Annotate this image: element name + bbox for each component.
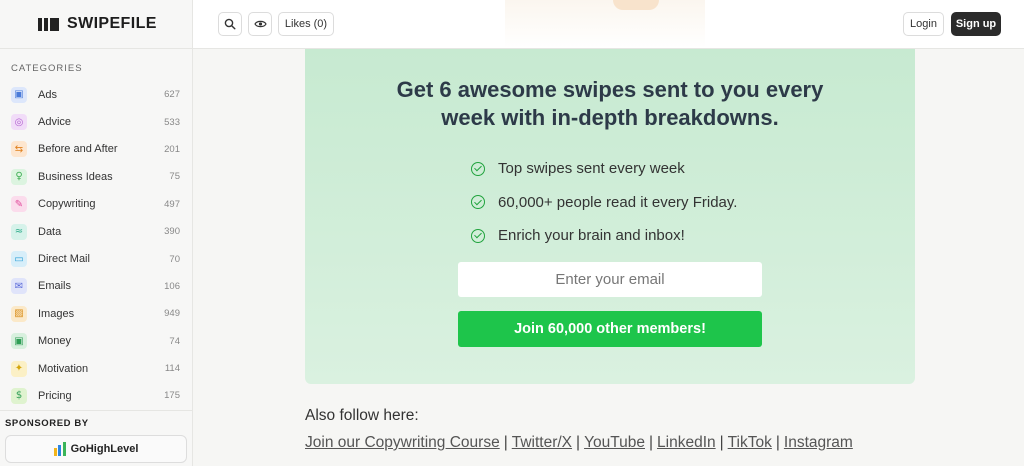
gohighlevel-logo-icon bbox=[53, 442, 66, 456]
youtube-link[interactable]: YouTube bbox=[584, 434, 645, 451]
sidebar-item-label: Images bbox=[38, 307, 75, 320]
sidebar-item-motivation[interactable]: ✦ Motivation 114 bbox=[0, 355, 192, 382]
headline-line-2: week with in-depth breakdowns. bbox=[441, 105, 779, 130]
sponsor-heading: SPONSORED BY bbox=[5, 418, 89, 429]
newsletter-headline: Get 6 awesome swipes sent to you every w… bbox=[305, 76, 915, 132]
sidebar-item-label: Direct Mail bbox=[38, 253, 90, 266]
sidebar-item-direct-mail[interactable]: ▭ Direct Mail 70 bbox=[0, 245, 192, 272]
ad-icon: ▣ bbox=[11, 86, 27, 103]
sidebar: SWIPEFILE CATEGORIES ▣ Ads 627 ◎ Advice … bbox=[0, 0, 193, 466]
dollar-icon: $ bbox=[11, 387, 27, 404]
linkedin-link[interactable]: LinkedIn bbox=[657, 434, 716, 451]
login-button[interactable]: Login bbox=[903, 12, 944, 36]
logo[interactable]: SWIPEFILE bbox=[0, 0, 192, 49]
search-icon bbox=[224, 18, 236, 30]
signup-button[interactable]: Sign up bbox=[951, 12, 1001, 36]
sidebar-item-label: Ads bbox=[38, 88, 57, 101]
instagram-link[interactable]: Instagram bbox=[784, 434, 853, 451]
life-ring-icon: ◎ bbox=[11, 114, 27, 131]
sidebar-item-count: 497 bbox=[164, 198, 180, 210]
sponsor-link[interactable]: GoHighLevel bbox=[5, 435, 187, 463]
sidebar-item-data[interactable]: ≈ Data 390 bbox=[0, 218, 192, 245]
benefit-list: Top swipes sent every week 60,000+ peopl… bbox=[471, 152, 737, 253]
sidebar-item-money[interactable]: ▣ Money 74 bbox=[0, 328, 192, 355]
sidebar-item-count: 70 bbox=[169, 253, 180, 265]
sponsor-name: GoHighLevel bbox=[70, 443, 139, 455]
sidebar-item-before-and-after[interactable]: ⇆ Before and After 201 bbox=[0, 136, 192, 163]
twitter-link[interactable]: Twitter/X bbox=[512, 434, 572, 451]
sidebar-item-count: 627 bbox=[164, 89, 180, 101]
likes-button[interactable]: Likes (0) bbox=[278, 12, 334, 36]
sponsor-section: SPONSORED BY GoHighLevel bbox=[0, 410, 192, 463]
link-separator: | bbox=[648, 434, 654, 451]
hero-image-peek bbox=[505, 0, 705, 48]
sidebar-item-label: Pricing bbox=[38, 389, 72, 402]
sidebar-item-advice[interactable]: ◎ Advice 533 bbox=[0, 108, 192, 135]
link-separator: | bbox=[576, 434, 581, 451]
sidebar-item-count: 175 bbox=[164, 390, 180, 402]
link-separator: | bbox=[503, 434, 508, 451]
dna-icon: ≈ bbox=[11, 223, 27, 240]
lightbulb-icon: ♀ bbox=[11, 168, 27, 185]
sidebar-item-label: Copywriting bbox=[38, 198, 96, 211]
sidebar-item-count: 75 bbox=[169, 171, 180, 183]
sidebar-item-count: 114 bbox=[164, 363, 180, 375]
headline-line-1: Get 6 awesome swipes sent to you every bbox=[396, 77, 824, 102]
sidebar-item-pricing[interactable]: $ Pricing 175 bbox=[0, 382, 192, 409]
sidebar-item-count: 390 bbox=[164, 226, 180, 238]
pen-tool-icon: ✎ bbox=[11, 196, 27, 213]
top-bar: Likes (0) Login Sign up bbox=[193, 0, 1024, 49]
sidebar-item-ads[interactable]: ▣ Ads 627 bbox=[0, 81, 192, 108]
benefit-text: Enrich your brain and inbox! bbox=[498, 227, 685, 245]
join-button[interactable]: Join 60,000 other members! bbox=[458, 311, 762, 347]
logo-text: SWIPEFILE bbox=[67, 15, 157, 32]
check-circle-icon bbox=[471, 161, 485, 176]
sidebar-item-label: Advice bbox=[38, 116, 72, 129]
follow-heading: Also follow here: bbox=[305, 407, 419, 424]
benefit-text: Top swipes sent every week bbox=[498, 160, 685, 178]
sidebar-item-label: Money bbox=[38, 335, 72, 348]
sidebar-item-count: 533 bbox=[164, 116, 180, 128]
sidebar-item-label: Data bbox=[38, 225, 62, 238]
benefit-item: Enrich your brain and inbox! bbox=[471, 219, 737, 253]
sparkles-icon: ✦ bbox=[11, 360, 27, 377]
category-list: ▣ Ads 627 ◎ Advice 533 ⇆ Before and Afte… bbox=[0, 81, 192, 410]
check-circle-icon bbox=[471, 195, 485, 210]
link-separator: | bbox=[775, 434, 780, 451]
sidebar-item-count: 106 bbox=[164, 280, 180, 292]
sidebar-item-emails[interactable]: ✉ Emails 106 bbox=[0, 273, 192, 300]
email-input[interactable] bbox=[458, 262, 762, 297]
mail-card-icon: ▭ bbox=[11, 251, 27, 268]
sidebar-item-label: Emails bbox=[38, 280, 72, 293]
sidebar-item-images[interactable]: ▨ Images 949 bbox=[0, 300, 192, 327]
image-icon: ▨ bbox=[11, 305, 27, 322]
benefit-item: 60,000+ people read it every Friday. bbox=[471, 186, 737, 220]
link-separator: | bbox=[719, 434, 724, 451]
copywriting-course-link[interactable]: Join our Copywriting Course bbox=[305, 434, 500, 451]
sidebar-item-count: 949 bbox=[164, 308, 180, 320]
search-button[interactable] bbox=[218, 12, 242, 36]
categories-heading: CATEGORIES bbox=[11, 63, 83, 74]
sidebar-item-count: 74 bbox=[169, 335, 180, 347]
banknote-icon: ▣ bbox=[11, 333, 27, 350]
sidebar-item-label: Motivation bbox=[38, 362, 89, 375]
sidebar-item-copywriting[interactable]: ✎ Copywriting 497 bbox=[0, 191, 192, 218]
sidebar-item-label: Business Ideas bbox=[38, 170, 113, 183]
check-circle-icon bbox=[471, 228, 485, 243]
social-links: Join our Copywriting Course | Twitter/X | Yo… bbox=[305, 434, 853, 452]
view-toggle-button[interactable] bbox=[248, 12, 272, 36]
benefit-text: 60,000+ people read it every Friday. bbox=[498, 193, 738, 211]
arrows-swap-icon: ⇆ bbox=[11, 141, 27, 158]
sidebar-item-label: Before and After bbox=[38, 143, 118, 156]
envelope-icon: ✉ bbox=[11, 278, 27, 295]
benefit-item: Top swipes sent every week bbox=[471, 152, 737, 186]
logo-icon bbox=[38, 17, 59, 31]
sidebar-item-count: 201 bbox=[164, 143, 180, 155]
tiktok-link[interactable]: TikTok bbox=[728, 434, 772, 451]
newsletter-card: Get 6 awesome swipes sent to you every w… bbox=[305, 49, 915, 384]
sidebar-item-business-ideas[interactable]: ♀ Business Ideas 75 bbox=[0, 163, 192, 190]
eye-icon bbox=[253, 20, 267, 28]
